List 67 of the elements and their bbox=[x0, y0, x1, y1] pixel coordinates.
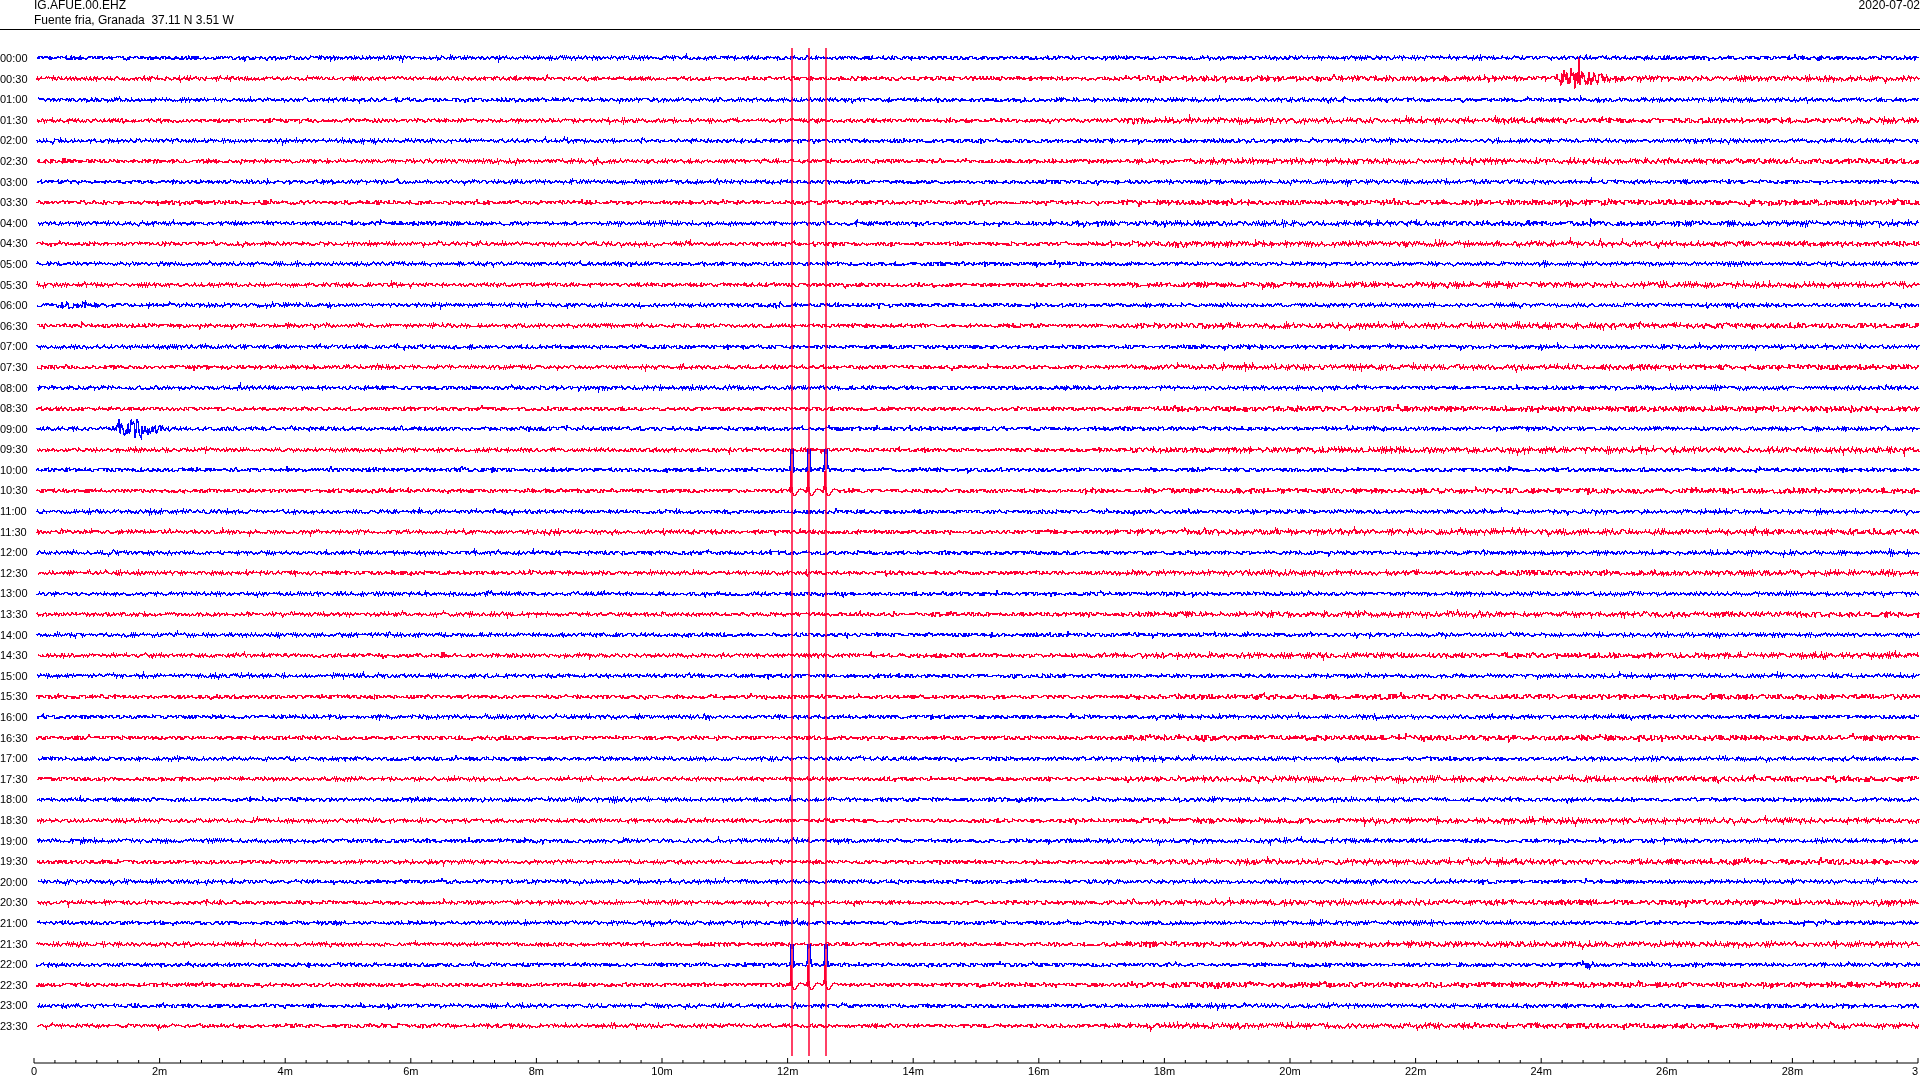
time-label: 04:30 bbox=[0, 236, 29, 252]
time-label: 06:00 bbox=[0, 298, 29, 314]
time-label: 08:00 bbox=[0, 380, 29, 396]
axis-label: 22m bbox=[1404, 1065, 1427, 1077]
time-label: 18:00 bbox=[0, 792, 29, 808]
time-label: 13:00 bbox=[0, 586, 29, 602]
time-label: 09:30 bbox=[0, 442, 29, 458]
time-label: 10:00 bbox=[0, 462, 29, 478]
time-label: 23:00 bbox=[0, 998, 29, 1014]
time-label: 09:00 bbox=[0, 421, 29, 437]
time-label: 14:30 bbox=[0, 648, 29, 664]
axis-label: 2m bbox=[151, 1065, 168, 1077]
time-label: 19:00 bbox=[0, 833, 29, 849]
axis-label: 3 bbox=[1911, 1065, 1918, 1077]
axis-label: 18m bbox=[1153, 1065, 1176, 1077]
time-label: 03:00 bbox=[0, 174, 29, 190]
axis-label: 26m bbox=[1656, 1065, 1678, 1077]
time-label: 08:30 bbox=[0, 401, 29, 417]
axis-label: 8m bbox=[528, 1065, 545, 1077]
axis-label: 6m bbox=[403, 1065, 419, 1077]
time-label: 20:30 bbox=[0, 895, 29, 911]
time-label: 20:00 bbox=[0, 874, 29, 890]
time-label: 00:30 bbox=[0, 71, 29, 87]
time-label: 22:00 bbox=[0, 957, 29, 973]
time-label: 21:30 bbox=[0, 936, 29, 952]
time-label: 19:30 bbox=[0, 854, 29, 870]
time-label: 07:30 bbox=[0, 359, 29, 375]
time-label: 02:00 bbox=[0, 133, 29, 149]
time-label: 10:30 bbox=[0, 483, 29, 499]
time-label: 06:30 bbox=[0, 318, 29, 334]
time-label: 01:30 bbox=[0, 112, 29, 128]
axis-label: 12m bbox=[776, 1065, 799, 1077]
axis-label: 16m bbox=[1028, 1065, 1050, 1077]
time-label: 18:30 bbox=[0, 812, 29, 828]
time-label: 05:00 bbox=[0, 256, 29, 272]
time-label: 01:00 bbox=[0, 92, 29, 108]
time-label: 12:30 bbox=[0, 565, 29, 581]
time-label: 15:00 bbox=[0, 668, 29, 684]
axis-label: 24m bbox=[1530, 1065, 1552, 1077]
time-label: 16:00 bbox=[0, 710, 29, 725]
time-label: 02:30 bbox=[0, 153, 29, 169]
time-label: 23:30 bbox=[0, 1018, 29, 1034]
time-label: 11:00 bbox=[0, 504, 28, 520]
axis-label: 14m bbox=[902, 1065, 924, 1077]
time-label: 04:00 bbox=[0, 215, 29, 231]
time-label: 17:30 bbox=[0, 771, 29, 787]
time-label: 21:00 bbox=[0, 915, 29, 931]
time-label: 16:30 bbox=[0, 730, 29, 746]
axis-label: 10m bbox=[651, 1065, 673, 1077]
time-label: 03:30 bbox=[0, 195, 29, 211]
date-label: 2020-07-02 bbox=[1858, 0, 1920, 12]
time-label: 14:00 bbox=[0, 627, 29, 643]
time-label: 17:00 bbox=[0, 751, 29, 767]
time-label: 22:30 bbox=[0, 977, 29, 993]
time-label: 05:30 bbox=[0, 277, 29, 293]
axis-label: 4m bbox=[277, 1065, 293, 1077]
time-label: 00:00 bbox=[0, 51, 29, 66]
station-code: IG.AFUE.00.EHZ bbox=[34, 0, 127, 12]
axis-label: 0 bbox=[30, 1065, 38, 1077]
time-label: 11:30 bbox=[0, 524, 28, 540]
time-label: 13:30 bbox=[0, 607, 29, 623]
time-label: 07:00 bbox=[0, 339, 29, 355]
station-location: Fuente fria, Granada 37.11 N 3.51 W bbox=[34, 13, 234, 27]
time-label: 12:00 bbox=[0, 545, 29, 561]
axis-label: 28m bbox=[1781, 1065, 1804, 1077]
time-label: 15:30 bbox=[0, 689, 29, 705]
axis-label: 20m bbox=[1279, 1065, 1301, 1077]
